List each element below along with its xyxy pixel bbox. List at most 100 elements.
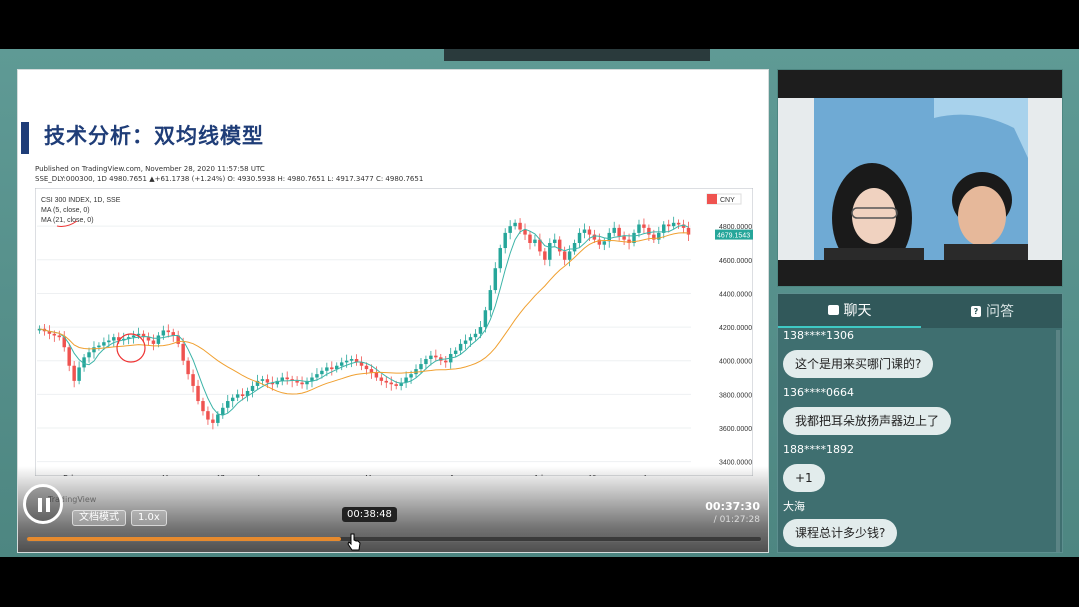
candle-body (533, 239, 537, 243)
candle-body (478, 327, 483, 334)
candle-body (102, 342, 106, 346)
y-tick-label: 3800.0000 (719, 392, 752, 399)
candle-body (359, 362, 364, 366)
candle-body (235, 394, 240, 398)
total-time: / 01:27:28 (713, 515, 760, 525)
slide-player[interactable]: 技术分析：双均线模型 Published on TradingView.com,… (17, 69, 769, 553)
legend-symbol: CSI 300 INDEX, 1D, SSE (41, 197, 121, 204)
tab-chat[interactable]: 聊天 (778, 294, 921, 328)
candle-body (577, 232, 582, 243)
candle-body (166, 330, 171, 333)
chat-scrollbar[interactable] (1056, 330, 1060, 552)
candle-body (300, 382, 304, 385)
candle-body (384, 380, 389, 383)
candle-body (394, 384, 398, 386)
candle-body (434, 355, 438, 358)
candle-body (161, 330, 166, 336)
pause-icon (38, 498, 42, 512)
legend-ma21: MA (21, close, 0) (41, 217, 94, 224)
seek-bar-fill (27, 537, 342, 541)
presenters-video-frame (814, 98, 1028, 273)
pause-button[interactable] (23, 484, 63, 524)
teacher-video[interactable] (777, 69, 1063, 287)
candle-body (374, 372, 379, 378)
candle-body (424, 359, 428, 365)
candle-body (196, 385, 200, 402)
candle-body (369, 369, 374, 373)
candle-body (295, 380, 299, 383)
video-feed (814, 98, 1028, 273)
currency-label: CNY (720, 197, 735, 204)
chat-message-bubble: 我都把耳朵放扬声器边上了 (783, 407, 952, 435)
candle-body (463, 340, 468, 344)
candle-body (587, 229, 592, 235)
candle-body (488, 290, 493, 311)
candle-body (250, 385, 255, 391)
candle-body (686, 227, 691, 235)
candle-body (483, 310, 488, 328)
candlestick-chart: 3400.00003600.00003800.00004000.00004200… (35, 188, 753, 476)
candle-body (67, 347, 71, 366)
chart-published-line: Published on TradingView.com, November 2… (35, 165, 265, 173)
question-icon: ? (971, 305, 981, 317)
candle-body (221, 407, 225, 415)
candle-body (349, 359, 354, 361)
chat-message-user: 大海 (783, 500, 805, 513)
candle-body (503, 232, 507, 249)
candle-body (87, 352, 91, 358)
candle-body (226, 401, 230, 408)
candle-body (419, 364, 423, 370)
candle-body (92, 347, 96, 353)
candle-body (260, 379, 265, 381)
hand-cursor-icon (347, 533, 361, 551)
candle-body (582, 229, 587, 233)
candle-body (206, 411, 210, 420)
candle-body (77, 367, 81, 381)
candle-body (612, 227, 616, 233)
candle-body (339, 362, 344, 366)
candle-body (671, 222, 676, 227)
chart-frame (35, 188, 753, 476)
tab-qa[interactable]: ? 问答 (921, 294, 1062, 328)
seek-hover-time: 00:38:48 (342, 507, 397, 522)
chat-message-bubble: 这个是用来买哪门课的? (783, 350, 934, 378)
candle-body (325, 367, 329, 371)
seek-bar[interactable] (26, 536, 762, 542)
candle-body (528, 234, 532, 243)
last-price-marker: 4679.1543 (715, 229, 753, 240)
candle-body (280, 377, 284, 381)
y-tick-label: 4400.0000 (719, 291, 752, 298)
candle-body (602, 241, 607, 245)
candle-body (647, 227, 651, 235)
candle-body (429, 355, 433, 360)
doc-mode-button[interactable]: 文档模式 (72, 510, 126, 526)
chart-symbol-line: SSE_DLY:000300, 1D 4980.7651 ▲+61.1738 (… (35, 175, 424, 183)
y-tick-label: 3600.0000 (719, 426, 752, 433)
chat-tabs: 聊天 ? 问答 (778, 294, 1062, 328)
last-price-label: 4679.1543 (717, 233, 750, 240)
candle-body (458, 343, 463, 351)
candle-body (508, 226, 512, 233)
candle-body (592, 234, 597, 240)
candle-body (572, 242, 577, 252)
candle-body (211, 419, 215, 423)
screen: 技术分析：双均线模型 Published on TradingView.com,… (0, 0, 1079, 607)
chat-message-bubble: +1 (783, 464, 825, 492)
candle-body (513, 222, 517, 227)
candle-body (642, 224, 646, 228)
video-letterbox-top (778, 70, 1062, 98)
chat-bubble-icon (827, 305, 839, 315)
candle-body (562, 251, 567, 260)
chat-message-bubble: 课程总计多少钱? (783, 519, 898, 547)
candle-body (97, 345, 101, 348)
candle-body (156, 335, 161, 344)
candle-body (216, 414, 220, 423)
top-notch (444, 49, 710, 61)
candle-body (622, 236, 626, 240)
chat-message-user: 188****1892 (783, 443, 854, 456)
candle-body (666, 224, 671, 227)
playback-speed-button[interactable]: 1.0x (131, 510, 167, 526)
candle-body (473, 333, 478, 338)
candle-body (57, 335, 62, 338)
y-tick-label: 4600.0000 (719, 258, 752, 265)
